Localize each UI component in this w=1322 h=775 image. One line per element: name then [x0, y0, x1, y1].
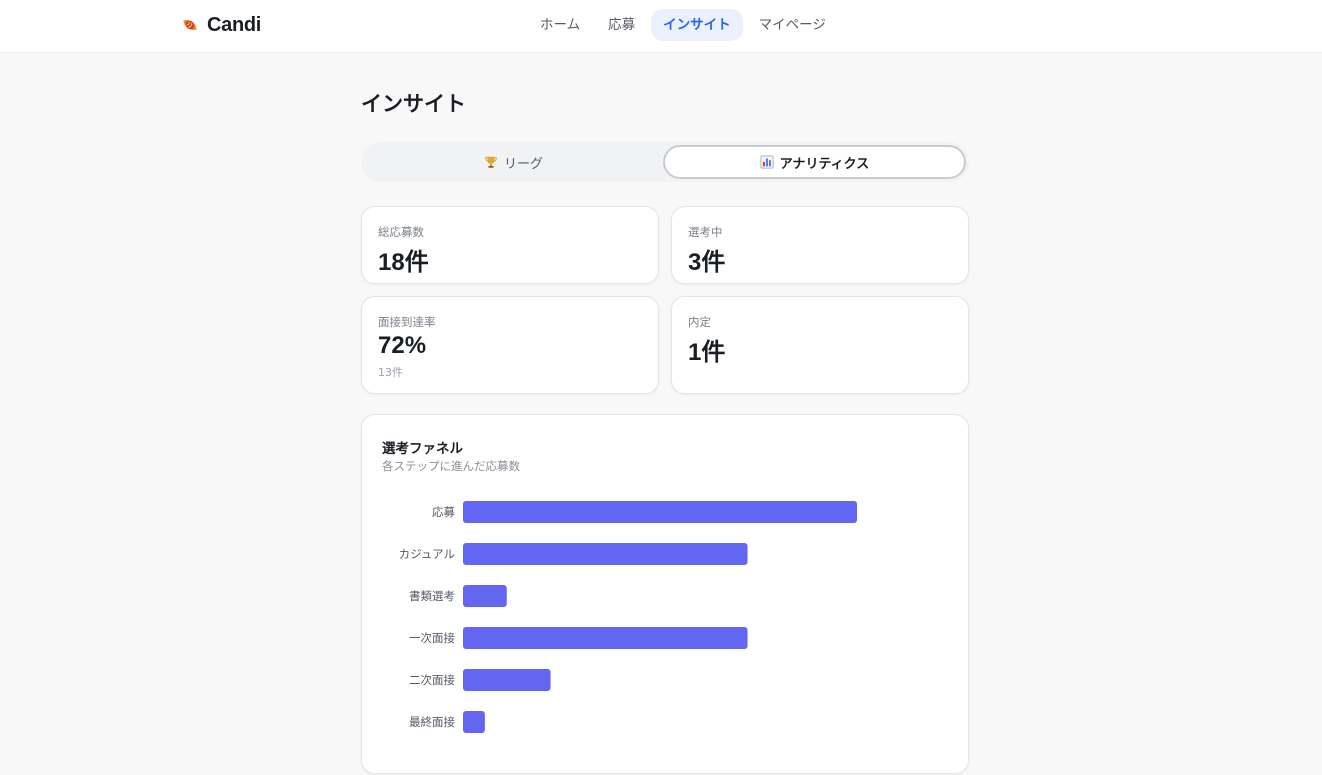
page-title: インサイト	[361, 92, 466, 116]
stat-label: 内定	[688, 315, 711, 329]
bar-chart-icon	[760, 155, 774, 169]
nav-item-applications[interactable]: 応募	[596, 9, 647, 41]
brand-name: Candi	[207, 13, 262, 36]
tab-league-label: リーグ	[503, 156, 543, 172]
tab-analytics-label: アナリティクス	[779, 156, 870, 172]
main-nav: ホーム 応募 インサイト マイページ	[528, 9, 838, 41]
stat-card-total-applications: 総応募数 18件	[361, 206, 659, 284]
stat-value: 1件	[688, 339, 726, 366]
tab-analytics[interactable]: アナリティクス	[663, 145, 966, 179]
stat-value: 3件	[688, 249, 726, 276]
stat-card-in-progress: 選考中 3件	[671, 206, 969, 284]
funnel-bar[interactable]	[463, 627, 748, 649]
trophy-icon	[485, 156, 497, 168]
tab-league[interactable]: リーグ	[364, 145, 663, 179]
nav-item-mypage[interactable]: マイページ	[747, 9, 838, 41]
stat-value: 72%	[378, 332, 427, 359]
stat-sub: 13件	[378, 366, 403, 379]
stat-card-interview-rate: 面接到達率 72% 13件	[361, 296, 659, 394]
stat-card-offers: 内定 1件	[671, 296, 969, 394]
view-switcher: リーグ アナリティクス	[361, 142, 969, 182]
funnel-bar-label: 二次面接	[409, 673, 455, 687]
funnel-bar[interactable]	[463, 669, 551, 691]
funnel-bar-label: 最終面接	[409, 715, 455, 729]
nav-item-insights[interactable]: インサイト	[651, 9, 743, 41]
top-navigation-bar: Candi ホーム 応募 インサイト マイページ	[0, 0, 1322, 53]
brand[interactable]: Candi	[179, 12, 261, 38]
funnel-card: 選考ファネル 各ステップに進んだ応募数 応募カジュアル書類選考一次面接二次面接最…	[361, 414, 969, 774]
funnel-bar[interactable]	[463, 585, 507, 607]
funnel-bar-label: 応募	[432, 505, 455, 519]
stat-value: 18件	[378, 249, 429, 276]
funnel-subtitle: 各ステップに進んだ応募数	[382, 459, 520, 473]
candy-icon	[183, 19, 197, 31]
stat-label: 面接到達率	[378, 315, 436, 329]
funnel-bar[interactable]	[463, 711, 485, 733]
nav-item-home[interactable]: ホーム	[528, 9, 592, 41]
funnel-bar-label: カジュアル	[399, 547, 455, 561]
funnel-title: 選考ファネル	[382, 441, 463, 457]
funnel-chart: 応募カジュアル書類選考一次面接二次面接最終面接	[399, 501, 857, 733]
funnel-bar[interactable]	[463, 543, 748, 565]
funnel-bar-label: 書類選考	[409, 589, 455, 603]
funnel-bar[interactable]	[463, 501, 857, 523]
stat-label: 総応募数	[378, 225, 424, 239]
stat-label: 選考中	[688, 225, 723, 239]
funnel-bar-label: 一次面接	[409, 631, 455, 645]
